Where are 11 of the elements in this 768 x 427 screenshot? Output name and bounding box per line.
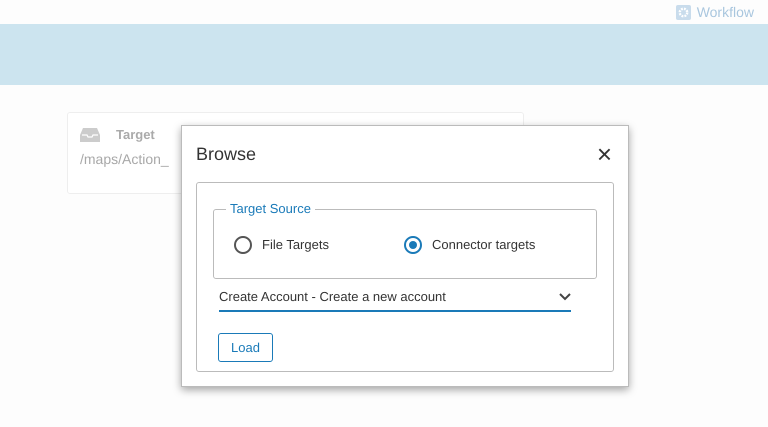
dialog-title: Browse (196, 142, 256, 166)
gear-icon (676, 4, 691, 20)
chevron-down-icon (559, 292, 571, 301)
inbox-icon (80, 128, 100, 142)
close-button[interactable]: × (594, 141, 614, 167)
radio-option[interactable]: Connector targets (404, 235, 574, 254)
load-button[interactable]: Load (218, 332, 273, 362)
target-path: /maps/Action_ (80, 150, 169, 169)
radio-option[interactable]: File Targets (234, 235, 404, 254)
target-select[interactable]: Create Account - Create a new account (219, 287, 571, 312)
target-title: Target (116, 126, 155, 144)
